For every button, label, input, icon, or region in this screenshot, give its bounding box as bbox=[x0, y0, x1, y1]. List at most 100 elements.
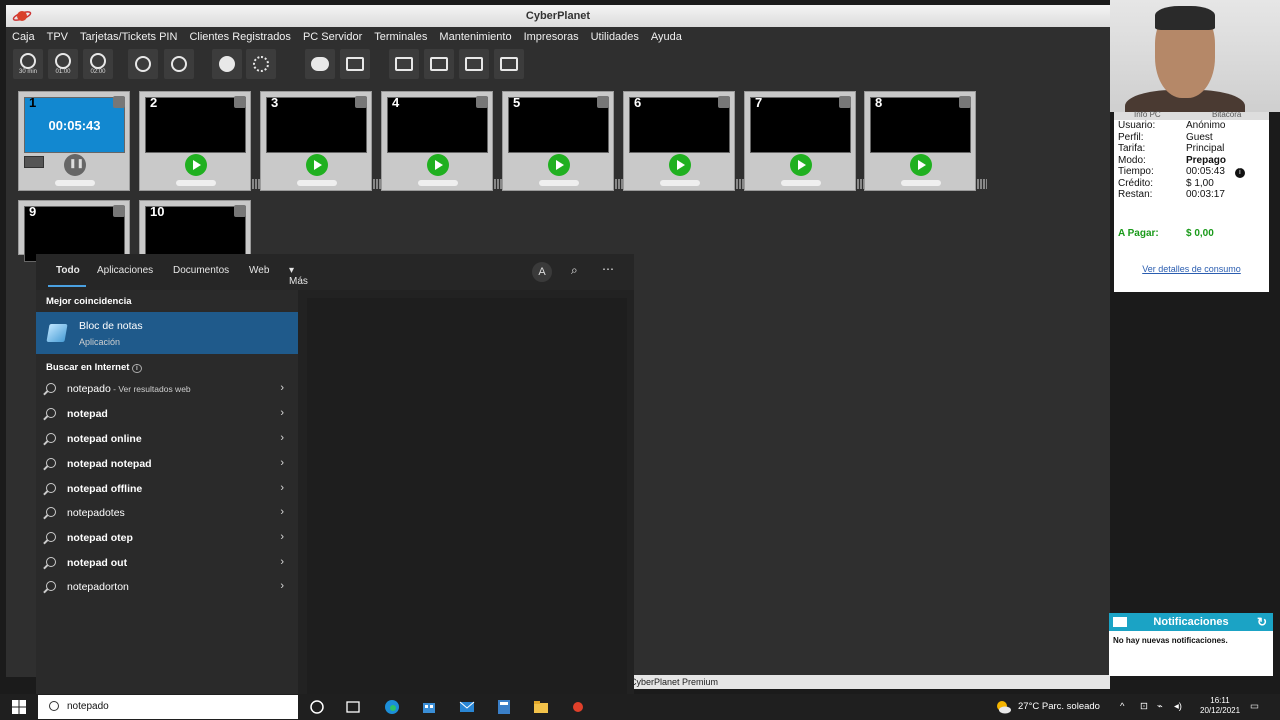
notifications-message: No hay nuevas notificaciones. bbox=[1113, 636, 1228, 645]
recording-icon[interactable] bbox=[569, 698, 587, 716]
taskbar-clock[interactable]: 16:11 20/12/2021 bbox=[1200, 696, 1240, 716]
pause-icon[interactable] bbox=[64, 154, 86, 176]
menu-bar: Caja TPV Tarjetas/Tickets PIN Clientes Regi… bbox=[6, 27, 1110, 47]
remote-restart-button[interactable] bbox=[459, 49, 489, 79]
feedback-icon[interactable]: ⌕ bbox=[571, 263, 578, 278]
panel-tabs: Info PC Bitácora bbox=[1114, 110, 1269, 120]
play-icon[interactable] bbox=[427, 154, 449, 176]
weather-text[interactable]: 27°C Parc. soleado bbox=[1018, 694, 1100, 720]
menu-ayuda[interactable]: Ayuda bbox=[645, 27, 688, 47]
pc-terminal[interactable]: 6 bbox=[623, 91, 746, 191]
chevron-up-icon[interactable]: ^ bbox=[1120, 694, 1124, 720]
menu-mantenimiento[interactable]: Mantenimiento bbox=[433, 27, 517, 47]
calculator-icon[interactable] bbox=[495, 698, 513, 716]
task-view-icon[interactable] bbox=[344, 698, 362, 716]
menu-impresoras[interactable]: Impresoras bbox=[518, 27, 585, 47]
menu-tpv[interactable]: TPV bbox=[41, 27, 74, 47]
pc-terminal[interactable]: 10 bbox=[139, 200, 251, 262]
suggestion-item[interactable]: notepad online › bbox=[36, 428, 298, 452]
play-icon[interactable] bbox=[548, 154, 570, 176]
volume-icon[interactable]: ◂) bbox=[1174, 694, 1182, 720]
clock-icon bbox=[90, 52, 106, 69]
menu-terminales[interactable]: Terminales bbox=[368, 27, 433, 47]
windows-button[interactable] bbox=[340, 49, 370, 79]
suggestion-item[interactable]: notepad › bbox=[36, 403, 298, 427]
tab-documentos[interactable]: Documentos bbox=[173, 265, 229, 276]
play-icon[interactable] bbox=[790, 154, 812, 176]
chat-button[interactable] bbox=[305, 49, 335, 79]
monitor-button[interactable] bbox=[494, 49, 524, 79]
mail-icon[interactable] bbox=[458, 698, 476, 716]
taskbar-search-input[interactable]: notepado bbox=[38, 695, 298, 719]
suggestion-item[interactable]: notepadorton › bbox=[36, 576, 298, 600]
pc-terminal[interactable]: 00:05:43 1 bbox=[18, 91, 130, 191]
menu-utilidades[interactable]: Utilidades bbox=[585, 27, 645, 47]
timer-label: 02:00 bbox=[90, 68, 106, 75]
play-icon[interactable] bbox=[306, 154, 328, 176]
tab-bitacora[interactable]: Bitácora bbox=[1212, 110, 1241, 119]
monitor-stand bbox=[176, 180, 216, 186]
suggestion-term: notepado bbox=[67, 383, 111, 395]
edge-icon[interactable] bbox=[383, 698, 401, 716]
info-icon[interactable]: i bbox=[132, 364, 142, 373]
more-options-icon[interactable]: ⋯ bbox=[602, 262, 614, 276]
menu-tarjetas[interactable]: Tarjetas/Tickets PIN bbox=[74, 27, 183, 47]
pc-terminal[interactable]: 3 bbox=[260, 91, 383, 191]
add-time-button[interactable] bbox=[164, 49, 194, 79]
suggestion-item[interactable]: notepadotes › bbox=[36, 502, 298, 526]
pc-number: 9 bbox=[29, 204, 37, 219]
info-value: Prepago bbox=[1186, 154, 1227, 166]
play-icon[interactable] bbox=[910, 154, 932, 176]
user-icon bbox=[476, 96, 488, 108]
windows-start-icon[interactable] bbox=[10, 698, 28, 716]
suggestion-item[interactable]: notepad notepad › bbox=[36, 453, 298, 477]
menu-clientes[interactable]: Clientes Registrados bbox=[183, 27, 297, 47]
suggestion-extra: - Ver resultados web bbox=[110, 384, 191, 394]
tab-aplicaciones[interactable]: Aplicaciones bbox=[97, 265, 153, 276]
action-center-icon[interactable]: ▭ bbox=[1250, 694, 1259, 720]
info-icon[interactable]: i bbox=[1234, 168, 1245, 178]
play-icon[interactable] bbox=[669, 154, 691, 176]
suggestion-item[interactable]: notepad offline › bbox=[36, 478, 298, 502]
refresh-icon[interactable]: ↻ bbox=[1257, 613, 1267, 631]
store-icon[interactable] bbox=[420, 698, 438, 716]
suggestion-term: notepad bbox=[67, 408, 108, 420]
pc-terminal[interactable]: 4 bbox=[381, 91, 504, 191]
suggestion-item[interactable]: notepado - Ver resultados web › bbox=[36, 378, 298, 402]
tab-web[interactable]: Web bbox=[249, 265, 269, 276]
account-avatar[interactable]: A bbox=[532, 262, 552, 282]
alarm-button[interactable] bbox=[128, 49, 158, 79]
search-icon bbox=[46, 483, 56, 493]
timer-1h-button[interactable]: 01:00 bbox=[48, 49, 78, 79]
file-explorer-icon[interactable] bbox=[532, 698, 550, 716]
internet-heading: Buscar en Internet i bbox=[46, 362, 142, 373]
monitor-refresh-icon bbox=[465, 57, 483, 71]
suggestion-item[interactable]: notepad out › bbox=[36, 552, 298, 576]
reports-button[interactable] bbox=[212, 49, 242, 79]
tab-info-pc[interactable]: Info PC bbox=[1134, 110, 1161, 119]
pc-terminal[interactable]: 8 bbox=[864, 91, 987, 191]
pc-terminal[interactable]: 2 bbox=[139, 91, 262, 191]
planet-logo-icon bbox=[12, 11, 32, 21]
suggestion-item[interactable]: notepad otep › bbox=[36, 527, 298, 551]
menu-caja[interactable]: Caja bbox=[6, 27, 41, 47]
network-icon[interactable]: ⊡ bbox=[1140, 694, 1148, 720]
remote-control-button[interactable] bbox=[424, 49, 454, 79]
best-match-type: Aplicación bbox=[79, 337, 121, 347]
best-match-item[interactable]: Bloc de notas Aplicación bbox=[36, 312, 298, 354]
tab-todo[interactable]: Todo bbox=[56, 265, 80, 276]
timer-30min-button[interactable]: 30 min bbox=[13, 49, 43, 79]
add-time-icon bbox=[171, 56, 187, 72]
pc-terminal[interactable]: 9 bbox=[18, 200, 130, 262]
cortana-icon[interactable] bbox=[308, 698, 326, 716]
tab-mas[interactable]: Más ▾ bbox=[289, 265, 308, 287]
timer-2h-button[interactable]: 02:00 bbox=[83, 49, 113, 79]
pc-terminal[interactable]: 5 bbox=[502, 91, 625, 191]
consumption-details-link[interactable]: Ver detalles de consumo bbox=[1114, 264, 1269, 274]
menu-pc-servidor[interactable]: PC Servidor bbox=[297, 27, 368, 47]
pc-terminal[interactable]: 7 bbox=[744, 91, 867, 191]
play-icon[interactable] bbox=[185, 154, 207, 176]
wifi-icon[interactable]: ⌁ bbox=[1157, 694, 1163, 720]
settings-button[interactable] bbox=[246, 49, 276, 79]
remote-view-button[interactable] bbox=[389, 49, 419, 79]
